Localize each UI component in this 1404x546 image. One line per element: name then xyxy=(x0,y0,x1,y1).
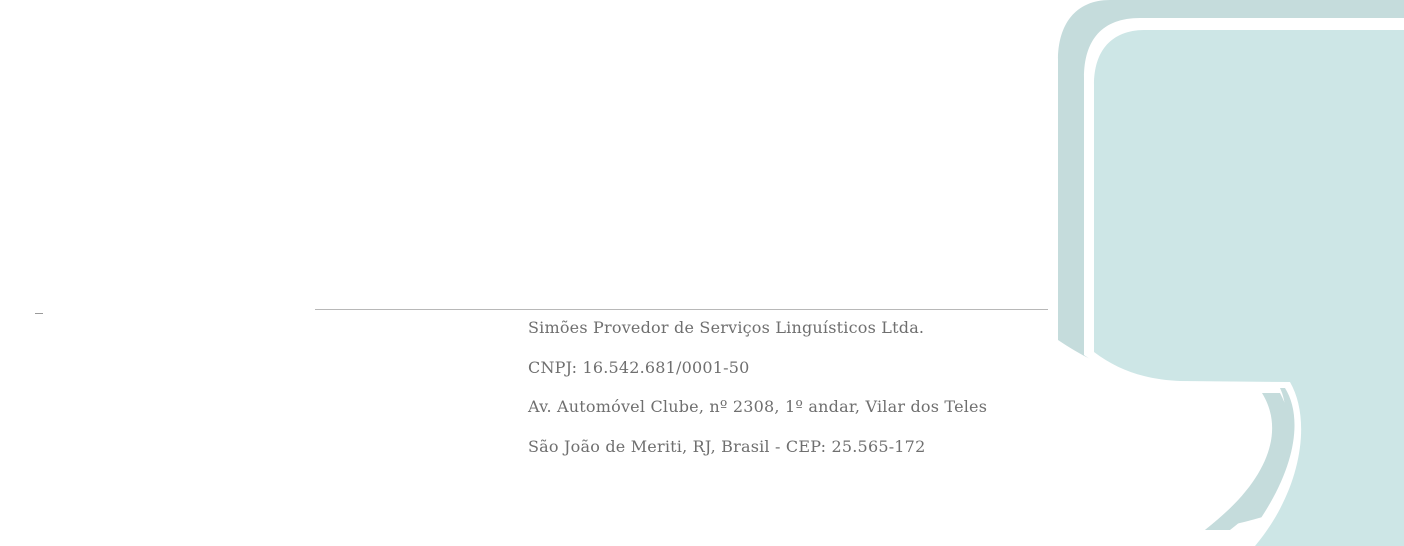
company-city: São João de Meriti, RJ, Brasil - CEP: 25… xyxy=(528,436,926,456)
footer-divider xyxy=(315,309,1048,310)
company-address: Av. Automóvel Clube, nº 2308, 1º andar, … xyxy=(528,397,988,416)
footer-address-block: Simões Provedor de Serviços Linguísticos… xyxy=(528,318,987,476)
company-name: Simões Provedor de Serviços Linguísticos… xyxy=(528,318,925,337)
bubble-inner-shape xyxy=(1094,30,1404,546)
company-cnpj: CNPJ: 16.542.681/0001-50 xyxy=(528,357,750,377)
margin-dash xyxy=(35,313,43,314)
document-page: Simões Provedor de Serviços Linguísticos… xyxy=(0,0,1404,546)
speech-bubble-logo xyxy=(1058,0,1404,546)
